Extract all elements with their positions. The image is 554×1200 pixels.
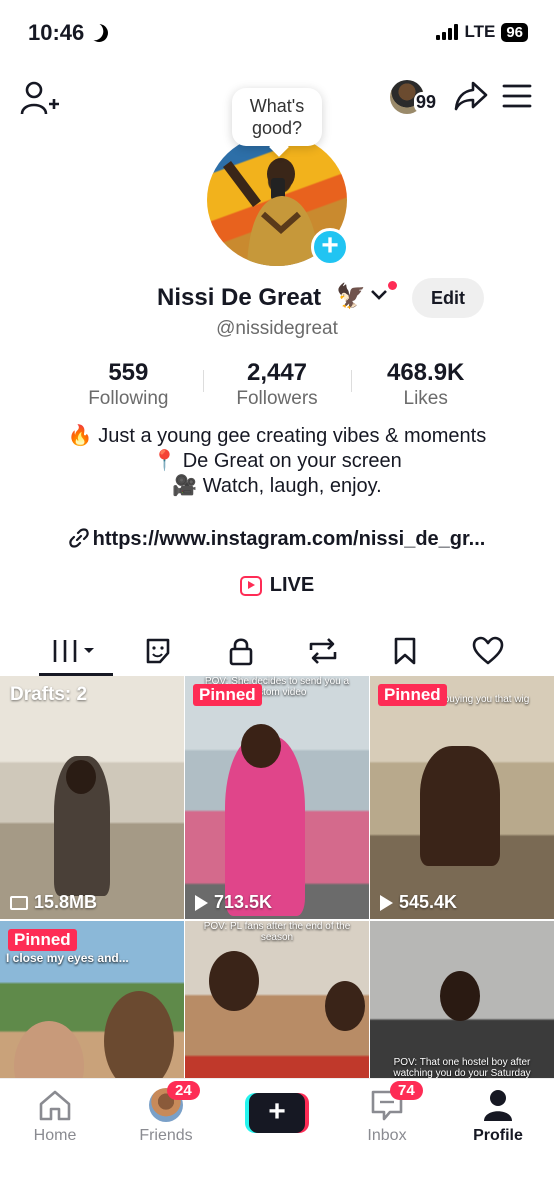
- likes-stat[interactable]: 468.9K Likes: [351, 358, 500, 414]
- bio-line-1: 🔥 Just a young gee creating vibes & mome…: [67, 425, 487, 447]
- tab-liked[interactable]: [446, 626, 528, 676]
- signal-icon: [436, 24, 459, 40]
- pinned-badge: Pinned: [193, 684, 262, 706]
- video-views: 545.4K: [380, 892, 457, 913]
- home-icon: [10, 1087, 100, 1123]
- profile-icon: [453, 1087, 543, 1123]
- live-tv-icon: [239, 575, 262, 596]
- nav-home-label: Home: [33, 1127, 77, 1144]
- video-views: 713.5K: [195, 892, 272, 913]
- bio-line-2: 📍 De Great on your screen: [152, 450, 402, 472]
- friends-avatar-icon: 24: [121, 1081, 211, 1123]
- live-label: LIVE: [269, 574, 315, 596]
- bio: 🔥 Just a young gee creating vibes & mome…: [30, 424, 524, 499]
- followers-count: 2,447: [246, 359, 308, 386]
- status-indicators: LTE 96: [436, 22, 528, 42]
- play-icon: [195, 894, 208, 911]
- do-not-disturb-moon-icon: [88, 21, 111, 44]
- bio-link-text: https://www.instagram.com/nissi_de_gr...: [92, 528, 486, 550]
- tab-private[interactable]: [200, 626, 282, 676]
- visitor-count: 99: [414, 92, 439, 113]
- create-button[interactable]: +: [245, 1093, 309, 1133]
- account-switch-chevron-icon[interactable]: [370, 286, 388, 307]
- link-icon: [68, 528, 89, 551]
- live-button[interactable]: LIVE: [0, 574, 554, 597]
- tab-stickers[interactable]: [117, 626, 199, 676]
- view-count: 713.5K: [214, 892, 273, 912]
- followers-label: Followers: [236, 388, 318, 409]
- eagle-emoji-icon: 🦅: [336, 283, 366, 310]
- friends-badge: 24: [167, 1081, 200, 1100]
- name-row: Nissi De Great 🦅 Edit: [0, 278, 554, 320]
- drafts-folder-icon: [10, 895, 28, 910]
- tab-reposts[interactable]: [282, 626, 364, 676]
- drafts-tile[interactable]: Drafts: 2 15.8MB: [0, 676, 184, 919]
- nav-profile[interactable]: Profile: [453, 1087, 543, 1145]
- edit-profile-button[interactable]: Edit: [412, 278, 484, 318]
- heart-icon: [472, 636, 503, 665]
- video-caption: POV: PL fans after the end of the season: [203, 921, 351, 943]
- add-story-button[interactable]: +: [311, 228, 349, 266]
- add-friend-icon[interactable]: [20, 80, 60, 116]
- nav-inbox-label: Inbox: [367, 1127, 407, 1144]
- video-tile[interactable]: POV: after buying you that wig Pinned 54…: [370, 676, 554, 919]
- drafts-size: 15.8MB: [10, 892, 97, 913]
- top-right-actions: 99: [390, 78, 532, 118]
- nav-profile-label: Profile: [473, 1127, 523, 1144]
- drafts-size-text: 15.8MB: [34, 892, 98, 912]
- following-label: Following: [88, 388, 169, 409]
- likes-count: 468.9K: [386, 359, 465, 386]
- nav-inbox[interactable]: 74 Inbox: [342, 1081, 432, 1145]
- pinned-badge: Pinned: [8, 929, 77, 951]
- pinned-badge: Pinned: [378, 684, 447, 706]
- display-name: Nissi De Great: [157, 284, 322, 311]
- notification-dot: [388, 281, 397, 290]
- tab-videos[interactable]: [35, 626, 117, 676]
- time-text: 10:46: [28, 20, 85, 45]
- tab-favorites[interactable]: [364, 626, 446, 676]
- content-tabs: [0, 626, 554, 676]
- nav-friends[interactable]: 24 Friends: [121, 1081, 211, 1145]
- share-icon[interactable]: [454, 80, 488, 117]
- profile-visitors-button[interactable]: 99: [390, 78, 440, 118]
- plus-icon: +: [249, 1093, 305, 1133]
- username: @nissidegreat: [216, 318, 338, 339]
- following-stat[interactable]: 559 Following: [54, 358, 203, 414]
- drafts-label: Drafts: 2: [10, 684, 88, 705]
- network-label: LTE: [464, 22, 496, 41]
- play-icon: [380, 894, 393, 911]
- video-caption: I close my eyes and...: [6, 951, 129, 965]
- battery-indicator: 96: [501, 22, 528, 42]
- view-count: 545.4K: [399, 892, 458, 912]
- video-tile[interactable]: POV: She decides to send you a custom vi…: [185, 676, 369, 919]
- status-bar: 10:46 LTE 96: [0, 0, 554, 70]
- inbox-badge: 74: [390, 1081, 423, 1100]
- bio-link[interactable]: https://www.instagram.com/nissi_de_gr...: [0, 528, 554, 551]
- inbox-icon: 74: [342, 1081, 432, 1123]
- nav-friends-label: Friends: [139, 1127, 193, 1144]
- likes-label: Likes: [403, 388, 448, 409]
- following-count: 559: [108, 359, 149, 386]
- videos-grid-icon: [53, 640, 95, 662]
- bio-line-3: 🎥 Watch, laugh, enjoy.: [172, 475, 382, 497]
- sticker-icon: [147, 638, 170, 664]
- bookmark-icon: [395, 637, 416, 665]
- nav-home[interactable]: Home: [10, 1087, 100, 1145]
- bottom-nav: Home 24 Friends + 74 Inbox Profile: [0, 1078, 554, 1200]
- status-time: 10:46: [28, 20, 108, 46]
- profile-stats: 559 Following 2,447 Followers 468.9K Lik…: [54, 358, 500, 414]
- video-caption: POV: That one hostel boy after watching …: [393, 1057, 531, 1079]
- followers-stat[interactable]: 2,447 Followers: [202, 358, 352, 414]
- status-note-bubble[interactable]: What's good?: [232, 88, 322, 146]
- lock-icon: [229, 638, 253, 666]
- repost-icon: [309, 638, 337, 664]
- menu-icon[interactable]: [502, 83, 532, 114]
